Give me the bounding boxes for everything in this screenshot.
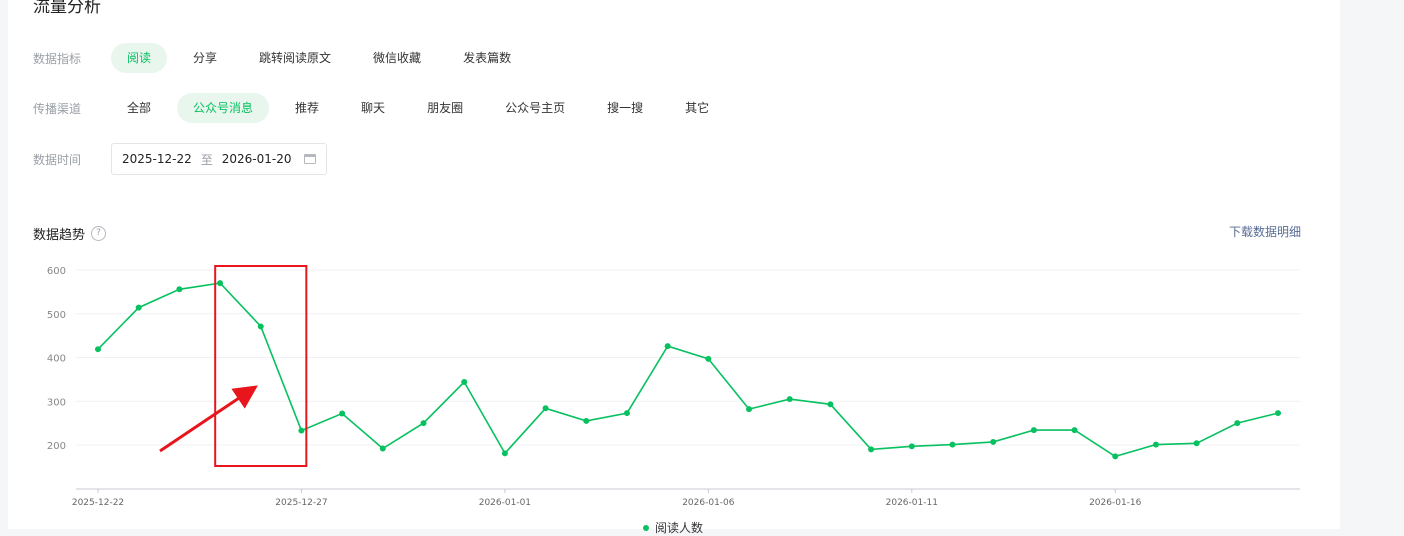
data-point-2025-12-29	[379, 445, 386, 452]
chart-grid	[76, 269, 1300, 446]
data-point-2026-01-20	[1275, 410, 1281, 417]
data-point-2026-01-10	[868, 446, 875, 453]
data-point-2026-01-19	[1234, 420, 1241, 427]
data-point-2026-01-01	[501, 450, 508, 457]
data-point-2026-01-02	[542, 405, 549, 412]
data-point-2026-01-06	[705, 355, 712, 362]
data-point-2026-01-03	[583, 417, 590, 424]
x-tick-label: 2025-12-27	[275, 498, 327, 508]
data-point-2025-12-25	[217, 280, 224, 287]
data-point-2026-01-16	[1112, 453, 1119, 460]
data-point-2026-01-15	[1071, 427, 1078, 434]
data-point-2025-12-26	[257, 323, 264, 330]
data-point-2025-12-28	[339, 410, 346, 417]
x-tick-label: 2026-01-01	[479, 498, 531, 508]
data-point-2025-12-27	[298, 427, 305, 434]
data-point-2025-12-23	[135, 304, 142, 311]
x-tick-label: 2026-01-06	[682, 498, 735, 508]
y-tick-label: 600	[47, 266, 66, 277]
data-point-2026-01-07	[746, 406, 753, 413]
y-tick-label: 500	[47, 310, 66, 321]
data-point-2026-01-17	[1152, 441, 1159, 448]
x-axis-ticks: 2025-12-22 2025-12-27 2026-01-01 2026-01-06…	[72, 489, 1142, 508]
legend-marker	[643, 524, 649, 531]
y-axis-ticks: 200 300 400 500 600	[47, 266, 66, 452]
data-point-2026-01-13	[990, 438, 997, 445]
data-point-2026-01-14	[1030, 427, 1037, 434]
data-point-2025-12-22	[95, 346, 101, 353]
x-tick-label: 2025-12-22	[72, 498, 124, 508]
y-tick-label: 400	[47, 354, 66, 365]
data-point-2026-01-05	[664, 343, 671, 350]
x-tick-label: 2026-01-11	[886, 498, 938, 508]
trend-line-chart: 200 300 400 500 600 2025-12-22 2025-12-27 2026…	[47, 265, 1300, 508]
data-point-2026-01-04	[623, 410, 630, 417]
y-tick-label: 300	[47, 397, 66, 408]
data-point-2026-01-12	[949, 441, 956, 448]
data-point-2025-12-30	[420, 420, 427, 427]
data-point-2025-12-24	[176, 286, 183, 293]
y-tick-label: 200	[47, 441, 66, 452]
chart-legend[interactable]: 阅读人数	[643, 519, 703, 536]
highlight-box	[214, 265, 308, 467]
data-point-2026-01-18	[1193, 440, 1200, 447]
series-line-阅读人数	[97, 282, 1279, 458]
legend-label: 阅读人数	[655, 521, 704, 535]
series-points	[95, 280, 1281, 460]
data-point-2026-01-11	[908, 443, 915, 450]
x-tick-label: 2026-01-16	[1089, 498, 1142, 508]
data-point-2026-01-08	[786, 396, 793, 403]
data-point-2025-12-31	[461, 379, 468, 385]
data-point-2026-01-09	[827, 401, 834, 408]
